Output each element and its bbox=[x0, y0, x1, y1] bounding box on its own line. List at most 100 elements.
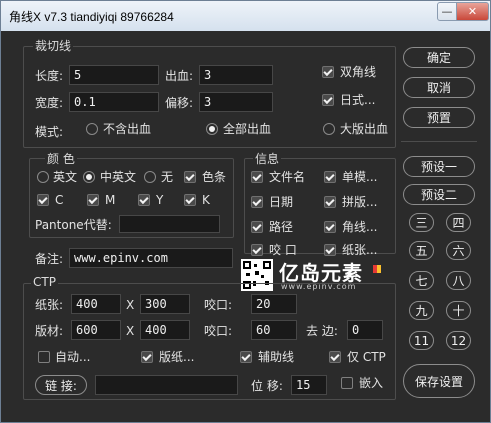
path-checkbox[interactable] bbox=[251, 221, 263, 233]
m-label: M bbox=[105, 193, 116, 207]
mode-all-radio[interactable] bbox=[206, 123, 218, 135]
preset-8-button[interactable]: 八 bbox=[446, 271, 471, 290]
trim-input[interactable]: 0 bbox=[347, 320, 383, 340]
ctp-group-title: CTP bbox=[31, 275, 58, 289]
y-label: Y bbox=[156, 193, 164, 207]
preset-3-button[interactable]: 三 bbox=[409, 213, 434, 232]
corner-checkbox[interactable] bbox=[324, 221, 336, 233]
length-label: 长度: bbox=[35, 69, 64, 83]
path-label: 路径 bbox=[269, 220, 294, 234]
double-corner-label: 双角线 bbox=[340, 65, 377, 79]
plate-paper-label[interactable]: 版纸... bbox=[159, 349, 194, 365]
auto-checkbox[interactable] bbox=[38, 351, 50, 363]
date-label: 日期 bbox=[269, 195, 294, 209]
preset1-button[interactable]: 预设一 bbox=[403, 156, 475, 177]
double-corner-checkbox[interactable] bbox=[322, 66, 334, 78]
only-ctp-checkbox[interactable] bbox=[329, 351, 341, 363]
title-bar: 角线X v7.3 tiandiyiqi 89766284 — ✕ bbox=[1, 1, 490, 31]
preset-9-button[interactable]: 九 bbox=[409, 301, 434, 320]
preset-button[interactable]: 预置 bbox=[403, 107, 475, 128]
embed-checkbox[interactable] bbox=[341, 377, 353, 389]
offset-input[interactable]: 3 bbox=[199, 92, 273, 112]
preset-5-button[interactable]: 五 bbox=[409, 241, 434, 260]
lang-none-label: 无 bbox=[161, 170, 174, 184]
k-label: K bbox=[202, 193, 210, 207]
only-ctp-label: 仅 CTP bbox=[347, 350, 386, 364]
paper-label[interactable]: 纸张... bbox=[342, 242, 377, 258]
preset-12-button[interactable]: 12 bbox=[446, 331, 471, 350]
plate-width-input[interactable]: 600 bbox=[71, 320, 121, 340]
color-group-title: 颜 色 bbox=[45, 152, 77, 166]
m-checkbox[interactable] bbox=[87, 194, 99, 206]
bite-label: 咬 口 bbox=[269, 243, 297, 257]
width-input[interactable]: 0.1 bbox=[69, 92, 159, 112]
preset-6-button[interactable]: 六 bbox=[446, 241, 471, 260]
embed-label: 嵌入 bbox=[359, 376, 384, 390]
cut-line-group-title: 裁切线 bbox=[33, 39, 74, 53]
bleed-input[interactable]: 3 bbox=[199, 65, 273, 85]
minimize-button[interactable]: — bbox=[437, 2, 457, 21]
preset-11-button[interactable]: 11 bbox=[409, 331, 434, 350]
c-label: C bbox=[55, 193, 64, 207]
paper-height-input[interactable]: 300 bbox=[140, 294, 190, 314]
imposition-label[interactable]: 拼版... bbox=[342, 194, 377, 210]
color-bar-checkbox[interactable] bbox=[184, 171, 196, 183]
close-button[interactable]: ✕ bbox=[456, 2, 489, 21]
preset-10-button[interactable]: 十 bbox=[446, 301, 471, 320]
bite2-input[interactable]: 60 bbox=[251, 320, 297, 340]
preset-7-button[interactable]: 七 bbox=[409, 271, 434, 290]
paper-width-input[interactable]: 400 bbox=[71, 294, 121, 314]
plate-paper-checkbox[interactable] bbox=[141, 351, 153, 363]
lang-none-radio[interactable] bbox=[144, 171, 156, 183]
c-checkbox[interactable] bbox=[37, 194, 49, 206]
aux-line-checkbox[interactable] bbox=[240, 351, 252, 363]
note-input[interactable]: www.epinv.com bbox=[69, 248, 233, 268]
lang-zh-en-radio[interactable] bbox=[83, 171, 95, 183]
paper-x-label: X bbox=[126, 298, 135, 312]
bleed-label: 出血: bbox=[165, 69, 194, 83]
save-settings-button[interactable]: 保存设置 bbox=[403, 364, 475, 398]
bite1-input[interactable]: 20 bbox=[251, 294, 297, 314]
mode-big-label: 大版出血 bbox=[340, 122, 389, 136]
date-checkbox[interactable] bbox=[251, 196, 263, 208]
lang-zh-en-label: 中英文 bbox=[100, 170, 137, 184]
single-label[interactable]: 单模... bbox=[342, 169, 377, 185]
ok-button[interactable]: 确定 bbox=[403, 47, 475, 68]
paper-checkbox[interactable] bbox=[324, 244, 336, 256]
length-input[interactable]: 5 bbox=[69, 65, 159, 85]
filename-checkbox[interactable] bbox=[251, 171, 263, 183]
color-bar-label: 色条 bbox=[202, 170, 227, 184]
mode-big-radio[interactable] bbox=[323, 123, 335, 135]
y-checkbox[interactable] bbox=[138, 194, 150, 206]
pantone-input[interactable] bbox=[119, 215, 220, 233]
auto-label[interactable]: 自动... bbox=[55, 349, 90, 365]
lang-en-radio[interactable] bbox=[37, 171, 49, 183]
corner-label[interactable]: 角线... bbox=[342, 219, 377, 235]
preset2-button[interactable]: 预设二 bbox=[403, 184, 475, 205]
link-button[interactable]: 链 接: bbox=[35, 375, 87, 395]
bite-checkbox[interactable] bbox=[251, 244, 263, 256]
note-label: 备注: bbox=[35, 252, 64, 266]
info-group-title: 信息 bbox=[253, 152, 282, 166]
mode-label: 模式: bbox=[35, 125, 64, 139]
paper-size-label: 纸张: bbox=[35, 298, 64, 312]
bite2-label: 咬口: bbox=[204, 324, 233, 338]
aux-line-label: 辅助线 bbox=[258, 350, 295, 364]
mode-none-radio[interactable] bbox=[86, 123, 98, 135]
single-checkbox[interactable] bbox=[324, 171, 336, 183]
plate-x-label: X bbox=[126, 324, 135, 338]
preset-4-button[interactable]: 四 bbox=[446, 213, 471, 232]
pos-label: 位 移: bbox=[251, 379, 283, 393]
plate-size-label: 版材: bbox=[35, 324, 64, 338]
japanese-label[interactable]: 日式... bbox=[340, 92, 375, 108]
plate-height-input[interactable]: 400 bbox=[140, 320, 190, 340]
japanese-checkbox[interactable] bbox=[322, 94, 334, 106]
imposition-checkbox[interactable] bbox=[324, 196, 336, 208]
k-checkbox[interactable] bbox=[184, 194, 196, 206]
cancel-button[interactable]: 取消 bbox=[403, 77, 475, 98]
pos-input[interactable]: 15 bbox=[291, 375, 327, 395]
bite1-label: 咬口: bbox=[204, 298, 233, 312]
main-window: 角线X v7.3 tiandiyiqi 89766284 — ✕ 裁切线 长度:… bbox=[0, 0, 491, 423]
link-input[interactable] bbox=[95, 375, 238, 395]
mode-all-label: 全部出血 bbox=[223, 122, 272, 136]
